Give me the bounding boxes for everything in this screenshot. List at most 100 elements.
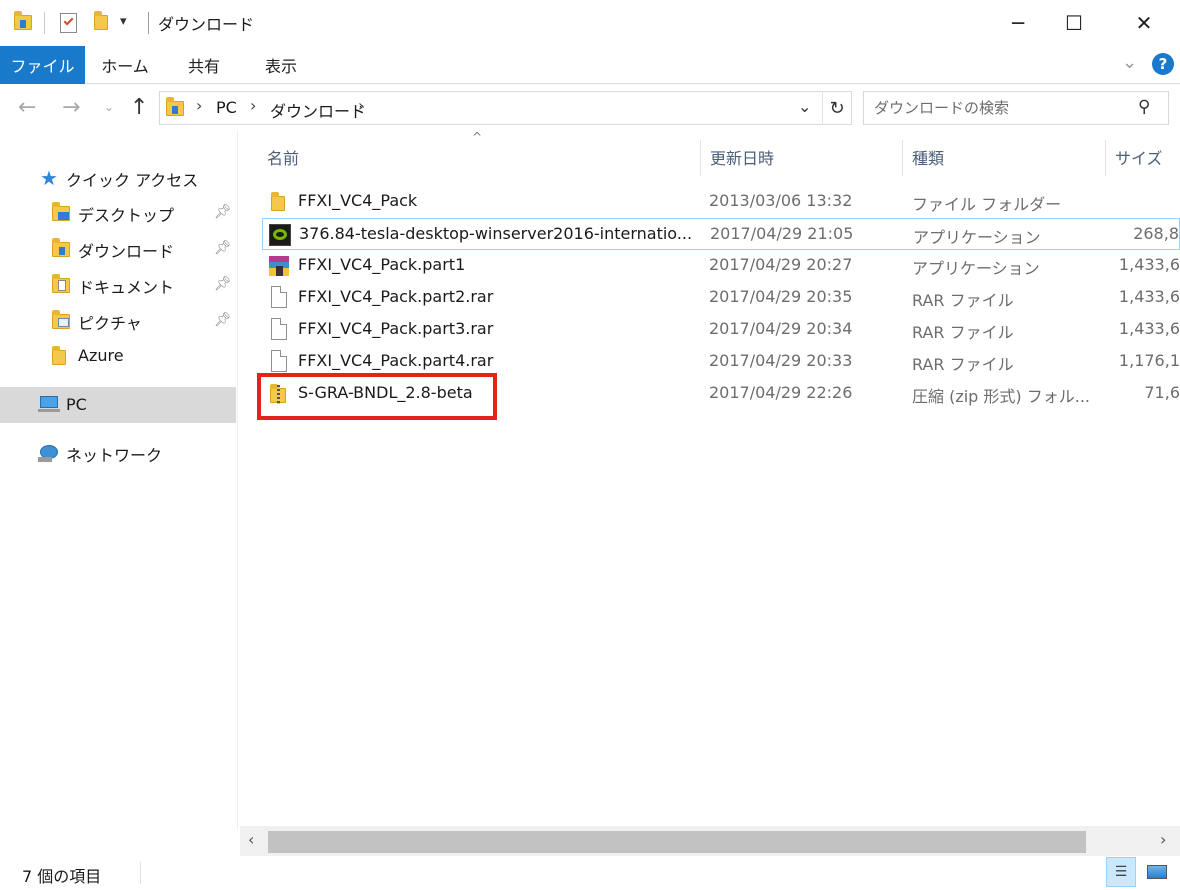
column-header-date[interactable]: 更新日時 xyxy=(710,140,774,174)
search-icon[interactable]: ⚲ xyxy=(1138,97,1150,117)
maximize-button[interactable]: ☐ xyxy=(1046,0,1102,46)
file-row[interactable]: 376.84-tesla-desktop-winserver2016-inter… xyxy=(262,218,1180,250)
sidebar-quick-access[interactable]: クイック アクセス xyxy=(66,167,198,191)
winrar-sfx-icon xyxy=(268,254,290,278)
file-size: 1,176,1 xyxy=(1118,351,1180,370)
sidebar-item-label: デスクトップ xyxy=(78,206,175,225)
large-icons-view-button[interactable] xyxy=(1142,857,1172,887)
scroll-left-icon[interactable]: ‹ xyxy=(248,830,254,849)
up-arrow-icon[interactable]: ↑ xyxy=(130,95,148,120)
minimize-button[interactable]: ─ xyxy=(990,0,1046,46)
file-row[interactable]: FFXI_VC4_Pack.part1 2017/04/29 20:27 アプリ… xyxy=(262,250,1180,282)
file-size: 1,433,6 xyxy=(1118,319,1180,338)
file-date: 2013/03/06 13:32 xyxy=(709,191,853,210)
sidebar-item-label: Azure xyxy=(78,346,124,365)
sidebar-item-pc[interactable]: PC xyxy=(0,387,236,423)
sidebar-item-label: PC xyxy=(66,395,87,414)
sidebar-item-desktop[interactable]: デスクトップ 📌︎ xyxy=(0,195,236,231)
address-bar[interactable]: › PC › ダウンロード › ⌄ xyxy=(159,91,852,125)
folder-icon xyxy=(268,190,290,214)
sidebar-item-documents[interactable]: ドキュメント 📌︎ xyxy=(0,267,236,303)
file-name: FFXI_VC4_Pack.part4.rar xyxy=(298,351,494,370)
details-view-button[interactable]: ☰ xyxy=(1106,857,1136,887)
search-input[interactable] xyxy=(864,92,1134,124)
window-title: ダウンロード xyxy=(158,15,255,34)
pictures-folder-icon xyxy=(52,310,74,333)
sidebar-item-label: ピクチャ xyxy=(78,314,142,333)
quick-access-dropdown-icon[interactable]: ▾ xyxy=(120,14,127,29)
title-bar: ▾ ダウンロード ─ ☐ ✕ xyxy=(0,0,1180,46)
pc-icon xyxy=(38,396,60,414)
file-icon xyxy=(268,350,290,374)
desktop-folder-icon xyxy=(52,202,74,225)
column-header-name[interactable]: 名前 xyxy=(267,140,299,174)
file-date: 2017/04/29 22:26 xyxy=(709,383,853,402)
file-icon xyxy=(268,286,290,310)
pin-icon[interactable]: 📌︎ xyxy=(214,240,232,256)
item-count: 7 個の項目 xyxy=(22,867,102,886)
tab-home[interactable]: ホーム xyxy=(90,46,160,84)
tab-view[interactable]: 表示 xyxy=(249,46,313,84)
new-folder-icon[interactable] xyxy=(92,11,114,34)
address-dropdown-icon[interactable]: ⌄ xyxy=(798,97,811,116)
refresh-icon: ↻ xyxy=(829,97,845,119)
back-arrow-icon[interactable]: ← xyxy=(18,95,36,120)
properties-icon[interactable] xyxy=(58,12,80,34)
file-row[interactable]: FFXI_VC4_Pack.part2.rar 2017/04/29 20:35… xyxy=(262,282,1180,314)
tab-share[interactable]: 共有 xyxy=(172,46,236,84)
file-date: 2017/04/29 20:35 xyxy=(709,287,853,306)
pin-icon[interactable]: 📌︎ xyxy=(214,204,232,220)
file-row[interactable]: FFXI_VC4_Pack.part3.rar 2017/04/29 20:34… xyxy=(262,314,1180,346)
status-separator xyxy=(140,862,141,884)
sidebar-item-pictures[interactable]: ピクチャ 📌︎ xyxy=(0,303,236,339)
sidebar-item-label: ダウンロード xyxy=(78,242,175,261)
file-type: RAR ファイル xyxy=(912,323,1014,342)
title-separator xyxy=(148,12,149,34)
refresh-button[interactable]: ↻ xyxy=(822,91,852,125)
file-type: RAR ファイル xyxy=(912,355,1014,374)
file-row[interactable]: FFXI_VC4_Pack 2013/03/06 13:32 ファイル フォルダ… xyxy=(262,186,1180,218)
file-type: 圧縮 (zip 形式) フォル... xyxy=(912,387,1091,406)
forward-arrow-icon[interactable]: → xyxy=(62,95,80,120)
sidebar-item-downloads[interactable]: ダウンロード 📌︎ xyxy=(0,231,236,267)
network-icon xyxy=(38,443,60,463)
column-header-type[interactable]: 種類 xyxy=(912,140,944,174)
file-size: 71,6 xyxy=(1144,383,1180,402)
pin-icon[interactable]: 📌︎ xyxy=(214,312,232,328)
close-button[interactable]: ✕ xyxy=(1116,0,1172,46)
file-date: 2017/04/29 20:34 xyxy=(709,319,853,338)
downloads-folder-icon xyxy=(166,97,188,120)
file-size: 1,433,6 xyxy=(1118,287,1180,306)
scroll-right-icon[interactable]: › xyxy=(1160,830,1166,849)
help-button[interactable]: ? xyxy=(1152,53,1174,75)
file-icon xyxy=(268,318,290,342)
star-icon: ★ xyxy=(40,166,58,190)
scrollbar-thumb[interactable] xyxy=(268,831,1086,853)
ribbon-expand-icon[interactable]: ⌄ xyxy=(1122,52,1137,73)
column-separator[interactable] xyxy=(700,140,701,176)
file-name: FFXI_VC4_Pack.part3.rar xyxy=(298,319,494,338)
sidebar-item-network[interactable]: ネットワーク xyxy=(0,435,236,471)
column-separator[interactable] xyxy=(902,140,903,176)
crumb-downloads[interactable]: ダウンロード xyxy=(270,98,366,122)
file-name: FFXI_VC4_Pack.part1 xyxy=(298,255,466,274)
crumb-pc[interactable]: PC xyxy=(216,98,237,117)
column-header-size[interactable]: サイズ xyxy=(1115,140,1163,174)
explorer-folder-icon xyxy=(14,11,36,34)
nvidia-installer-icon xyxy=(269,223,291,247)
sidebar-item-label: ドキュメント xyxy=(78,278,175,297)
file-type: RAR ファイル xyxy=(912,291,1014,310)
pane-divider[interactable] xyxy=(237,130,238,830)
sidebar-item-azure[interactable]: Azure xyxy=(0,339,236,375)
crumb-chevron-icon[interactable]: › xyxy=(196,96,202,115)
pin-icon[interactable]: 📌︎ xyxy=(214,276,232,292)
search-box[interactable]: ⚲ xyxy=(863,91,1169,125)
crumb-chevron-icon[interactable]: › xyxy=(358,96,364,115)
column-separator[interactable] xyxy=(1105,140,1106,176)
recent-locations-chevron-icon[interactable]: ⌄ xyxy=(104,100,114,114)
file-name: FFXI_VC4_Pack.part2.rar xyxy=(298,287,494,306)
tab-file[interactable]: ファイル xyxy=(0,46,85,84)
file-type: アプリケーション xyxy=(913,228,1041,247)
file-type: ファイル フォルダー xyxy=(912,195,1062,214)
crumb-chevron-icon[interactable]: › xyxy=(250,96,256,115)
